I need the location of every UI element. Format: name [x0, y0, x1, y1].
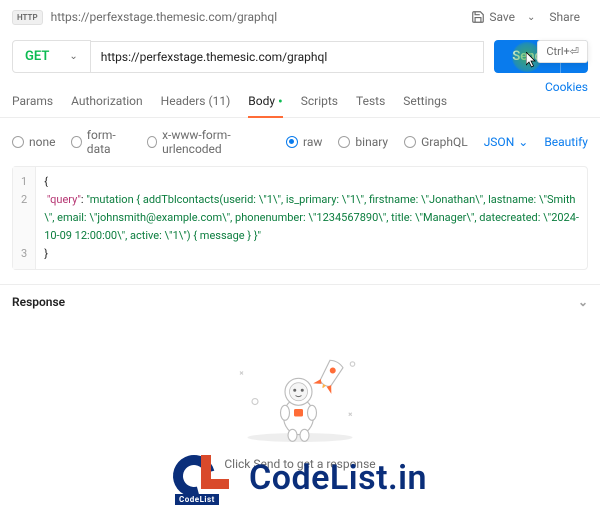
breadcrumb-url: https://perfexstage.themesic.com/graphql — [51, 10, 458, 24]
cookies-button[interactable]: Cookies — [545, 80, 588, 94]
tab-settings[interactable]: Settings — [403, 86, 447, 116]
tab-headers[interactable]: Headers (11) — [161, 86, 231, 116]
tab-scripts[interactable]: Scripts — [301, 86, 338, 116]
request-url-input[interactable] — [91, 41, 485, 73]
radio-icon — [12, 136, 24, 148]
share-button[interactable]: Share — [541, 6, 588, 28]
chevron-down-icon: ⌄ — [518, 135, 528, 149]
radio-icon — [71, 136, 81, 148]
save-label: Save — [489, 10, 515, 24]
tab-tests[interactable]: Tests — [356, 86, 385, 116]
tab-params[interactable]: Params — [12, 86, 53, 116]
astronaut-illustration — [225, 339, 375, 449]
radio-icon — [147, 136, 157, 148]
chevron-down-icon[interactable]: ⌄ — [578, 295, 588, 309]
code-content: { "query": "mutation { addTblcontacts(us… — [36, 167, 587, 269]
watermark: CodeList CodeList.in — [173, 455, 427, 501]
http-badge: HTTP — [12, 10, 43, 25]
body-type-binary[interactable]: binary — [338, 135, 388, 149]
response-title: Response — [12, 295, 65, 309]
body-type-form-data[interactable]: form-data — [71, 128, 130, 156]
radio-checked-icon — [286, 136, 298, 148]
body-type-urlencoded[interactable]: x-www-form-urlencoded — [147, 128, 270, 156]
watermark-text: CodeList.in — [249, 458, 427, 498]
radio-icon — [404, 136, 416, 148]
tab-authorization[interactable]: Authorization — [71, 86, 143, 116]
watermark-logo: CodeList — [173, 455, 241, 501]
body-type-none[interactable]: none — [12, 135, 55, 149]
body-type-graphql[interactable]: GraphQL — [404, 135, 468, 149]
send-shortcut-hint: Ctrl+⏎ — [537, 40, 588, 63]
body-type-raw[interactable]: raw — [286, 135, 322, 149]
request-body-editor[interactable]: 12 3 { "query": "mutation { addTblcontac… — [12, 166, 588, 270]
line-gutter: 12 3 — [13, 167, 36, 269]
body-format-select[interactable]: JSON⌄ — [484, 135, 529, 149]
save-button[interactable]: Save — [465, 6, 521, 28]
save-icon — [471, 10, 485, 24]
tab-body-label: Body — [248, 94, 283, 108]
http-method-select[interactable]: GET ⌄ — [12, 40, 91, 73]
tab-body[interactable]: Body — [248, 85, 283, 117]
http-method-value: GET — [25, 49, 49, 64]
beautify-button[interactable]: Beautify — [544, 135, 588, 149]
chevron-down-icon: ⌄ — [69, 51, 77, 62]
radio-icon — [338, 136, 350, 148]
save-dropdown[interactable]: ⌄ — [527, 12, 535, 23]
